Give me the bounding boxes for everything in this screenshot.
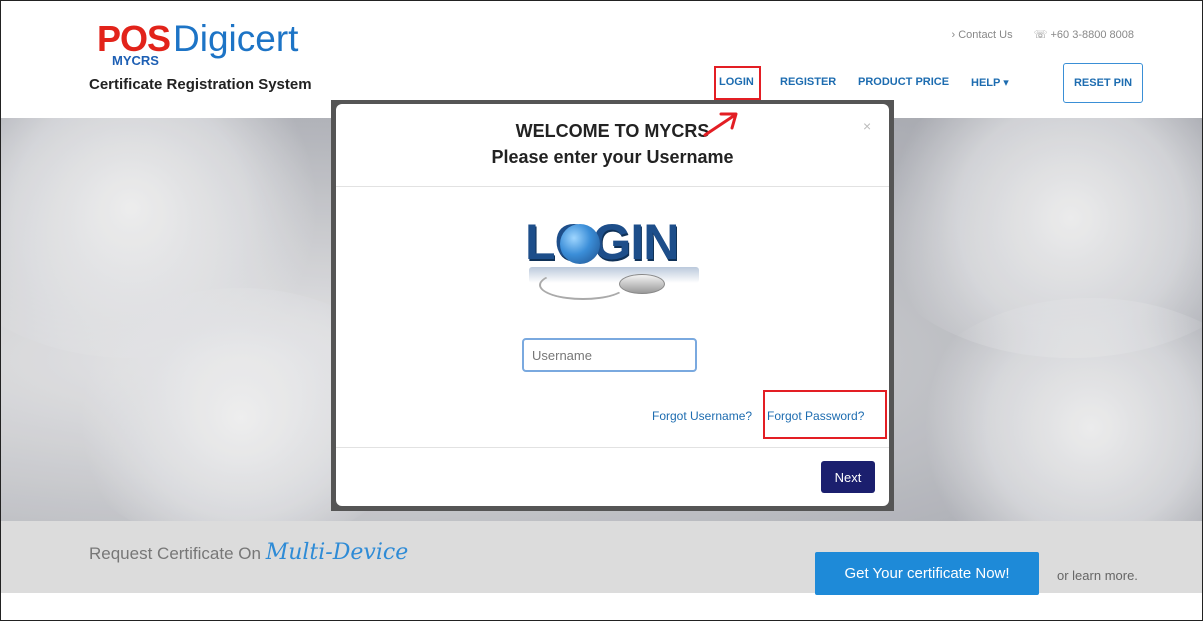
contact-us-link[interactable]: › Contact Us	[951, 29, 1012, 41]
login-illustration: LOGIN	[519, 216, 709, 311]
login-art-text: LOGIN	[525, 214, 679, 270]
promo-text-script: Multi-Device	[265, 540, 409, 565]
promo-text: Request Certificate On Multi-Device	[89, 540, 408, 565]
forgot-username-link[interactable]: Forgot Username?	[652, 409, 752, 423]
close-icon[interactable]: ×	[863, 118, 871, 134]
forgot-password-highlight-box	[763, 390, 887, 439]
modal-title: WELCOME TO MYCRS Please enter your Usern…	[336, 118, 889, 170]
modal-title-line2: Please enter your Username	[491, 147, 734, 167]
promo-text-plain: Request Certificate On	[89, 544, 261, 563]
login-modal: WELCOME TO MYCRS Please enter your Usern…	[336, 104, 889, 506]
nav-register[interactable]: REGISTER	[780, 76, 836, 88]
logo-pos: POS	[97, 18, 171, 59]
modal-footer-divider	[336, 447, 889, 448]
browser-frame: POS Digicert MYCRS Certificate Registrat…	[0, 0, 1203, 621]
next-button[interactable]: Next	[821, 461, 875, 493]
mouse-cable-shape	[539, 270, 627, 300]
nav-product-price[interactable]: PRODUCT PRICE	[858, 76, 949, 88]
learn-more-link[interactable]: or learn more.	[1057, 568, 1138, 583]
username-input[interactable]	[522, 338, 697, 372]
modal-title-line1: WELCOME TO MYCRS	[515, 121, 710, 141]
annotation-arrow-icon	[703, 112, 738, 137]
logo-digicert: Digicert	[173, 18, 299, 59]
reset-pin-button[interactable]: RESET PIN	[1063, 63, 1143, 103]
logo-subtitle: Certificate Registration System	[89, 76, 312, 93]
top-links: › Contact Us ☏ +60 3-8800 8008	[933, 28, 1134, 41]
login-highlight-box	[714, 66, 761, 100]
phone-number: ☏ +60 3-8800 8008	[1033, 29, 1134, 41]
nav-help[interactable]: HELP ▾	[971, 76, 1009, 89]
mouse-icon	[619, 274, 665, 294]
get-certificate-button[interactable]: Get Your certificate Now!	[815, 552, 1039, 595]
logo-mycrs: MYCRS	[112, 53, 159, 68]
globe-icon	[560, 224, 600, 264]
modal-header-divider	[336, 186, 889, 187]
